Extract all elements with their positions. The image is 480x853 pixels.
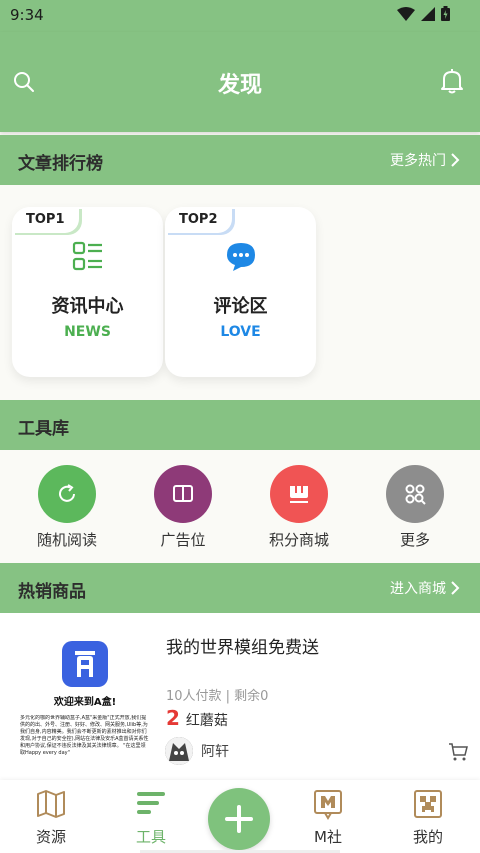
add-button[interactable] bbox=[208, 788, 270, 850]
ranking-title: 文章排行榜 bbox=[18, 154, 103, 174]
more-hot-label: 更多热门 bbox=[390, 153, 446, 169]
rank-card-news[interactable]: TOP1 资讯中心 NEWS bbox=[12, 207, 163, 377]
nav-label: 工具 bbox=[135, 828, 166, 846]
app-logo-icon bbox=[62, 641, 108, 687]
book-icon bbox=[173, 485, 193, 502]
nav-tools[interactable]: 工具 bbox=[111, 788, 191, 847]
tools-title: 工具库 bbox=[18, 419, 69, 439]
product-card[interactable]: 欢迎来到A盒! 多元化的咖的世界辅助盒子,A盒"采金版"正式开放,我们提供的的出… bbox=[0, 613, 480, 780]
product-title: 我的世界模组免费送 bbox=[166, 638, 319, 658]
wifi-icon bbox=[397, 6, 415, 21]
nav-label: 我的 bbox=[412, 828, 443, 846]
tool-random-read[interactable]: 随机阅读 bbox=[17, 465, 117, 550]
map-icon bbox=[37, 790, 65, 818]
m-community-icon bbox=[314, 790, 342, 820]
tool-label: 更多 bbox=[399, 531, 430, 549]
more-hot-link[interactable]: 更多热门 bbox=[390, 150, 460, 170]
battery-icon bbox=[441, 6, 450, 21]
chevron-right-icon bbox=[451, 581, 460, 595]
page-title: 发现 bbox=[217, 73, 262, 98]
seller-name: 阿轩 bbox=[201, 744, 229, 760]
product-price: 2 红蘑菇 bbox=[166, 706, 228, 730]
ranking-cards: TOP1 资讯中心 NEWS TOP2 评论区 LOVE bbox=[0, 185, 480, 400]
rank-card-name: 资讯中心 bbox=[51, 296, 124, 317]
tool-lines-icon bbox=[137, 792, 165, 814]
rank-card-sub: NEWS bbox=[64, 324, 111, 340]
tool-label: 积分商城 bbox=[268, 531, 329, 549]
tool-ad-slot[interactable]: 广告位 bbox=[133, 465, 233, 550]
status-bar: 9:34 bbox=[0, 0, 480, 32]
nav-m-community[interactable]: M社 bbox=[288, 788, 368, 847]
nav-label: M社 bbox=[314, 828, 342, 846]
tool-points-mall[interactable]: 积分商城 bbox=[249, 465, 349, 550]
rank-badge: TOP1 bbox=[12, 207, 79, 233]
thumb-welcome: 欢迎来到A盒! bbox=[53, 697, 117, 708]
rank-card-sub: LOVE bbox=[220, 324, 261, 340]
tools-section-header: 工具库 bbox=[0, 400, 480, 450]
enter-mall-label: 进入商城 bbox=[390, 581, 446, 597]
hot-title: 热销商品 bbox=[18, 582, 86, 602]
signal-icon bbox=[421, 6, 435, 21]
rank-card-name: 评论区 bbox=[213, 296, 268, 317]
hot-section-header: 热销商品 进入商城 bbox=[0, 563, 480, 613]
enter-mall-link[interactable]: 进入商城 bbox=[390, 578, 460, 598]
nav-label: 资源 bbox=[35, 828, 66, 846]
tools-grid: 随机阅读 广告位 积分商城 更多 bbox=[0, 450, 480, 563]
seller-info: 阿轩 bbox=[165, 737, 229, 765]
product-thumbnail: 欢迎来到A盒! 多元化的咖的世界辅助盒子,A盒"采金版"正式开放,我们提供的的出… bbox=[16, 635, 154, 773]
rank-card-comments[interactable]: TOP2 评论区 LOVE bbox=[165, 207, 316, 377]
status-time: 9:34 bbox=[10, 6, 44, 24]
grid-search-icon bbox=[405, 484, 426, 505]
tool-more[interactable]: 更多 bbox=[365, 465, 465, 550]
chevron-right-icon bbox=[451, 153, 460, 167]
thumb-description: 多元化的咖的世界辅助盒子,A盒"采金版"正式开放,我们提供的的出、外号、注册、好… bbox=[20, 715, 149, 756]
nav-mine[interactable]: 我的 bbox=[388, 788, 468, 847]
avatar bbox=[165, 737, 193, 765]
rank-badge: TOP2 bbox=[165, 207, 232, 233]
cart-icon[interactable] bbox=[448, 743, 468, 765]
product-meta: 10人付款 | 剩余0 bbox=[166, 689, 269, 704]
nav-resources[interactable]: 资源 bbox=[11, 788, 91, 847]
creeper-face-icon bbox=[414, 790, 442, 818]
shop-icon bbox=[290, 486, 308, 503]
tool-label: 广告位 bbox=[160, 531, 206, 549]
chat-bubble-icon bbox=[226, 243, 255, 271]
tool-label: 随机阅读 bbox=[36, 531, 97, 549]
refresh-icon bbox=[59, 484, 75, 502]
price-value: 2 bbox=[166, 706, 180, 730]
app-bar: 发现 bbox=[0, 32, 480, 132]
ranking-section-header: 文章排行榜 更多热门 bbox=[0, 135, 480, 185]
plus-icon bbox=[225, 805, 253, 833]
bell-icon[interactable] bbox=[440, 68, 464, 98]
list-icon bbox=[72, 241, 102, 271]
price-unit: 红蘑菇 bbox=[185, 713, 228, 729]
bottom-nav: 资源 工具 M社 我的 bbox=[0, 780, 480, 853]
